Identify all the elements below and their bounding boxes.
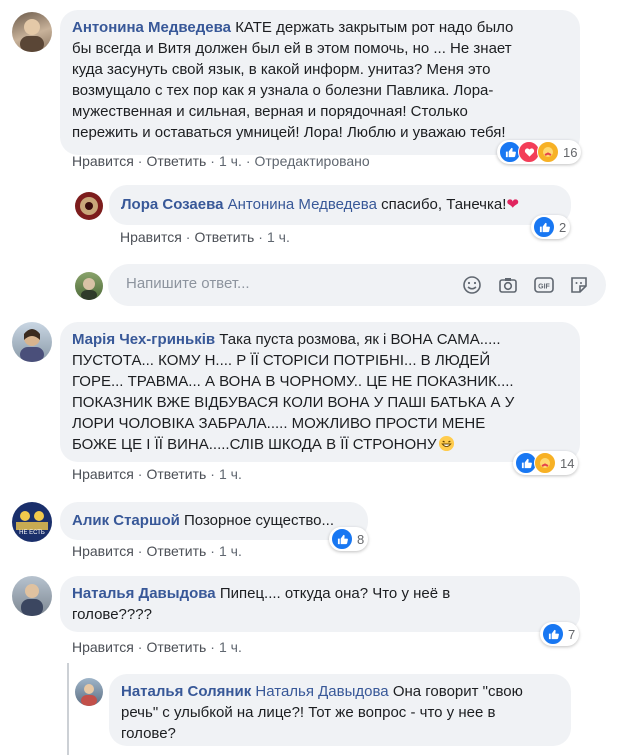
comment-text: спасибо, Танечка! xyxy=(381,196,507,213)
comment-actions: Нравится · Ответить · 1 ч. xyxy=(72,466,242,482)
avatar-alik[interactable]: НЕ ЕСТЬ xyxy=(12,502,52,542)
mention-link[interactable]: Антонина Медведева xyxy=(228,196,377,213)
comment-text-line: КАТЕ держать закрытым рот надо было xyxy=(235,19,514,36)
comment-text-line: ПОКАЗНИК ВЖЕ ВІДБУВАСЯ КОЛИ ВОНА У ПАШІ … xyxy=(72,394,515,411)
svg-text:GIF: GIF xyxy=(538,284,550,291)
comment-text-line: мужественная и сильная, верная и порядоч… xyxy=(72,103,468,120)
timestamp[interactable]: 1 ч. xyxy=(219,543,242,559)
comment-text-line: куда засунуть свой язык, в какой информ.… xyxy=(72,61,491,78)
reactions-count: 8 xyxy=(357,531,365,547)
comment-text-line: пережить и оставаться умницей! Лора! Люб… xyxy=(72,124,506,141)
reply-link[interactable]: Ответить xyxy=(146,639,206,655)
comment-text-line: ПУСТОТА... КОМУ Н.... Р ЇЇ СТОРІСИ ПОТРІ… xyxy=(72,352,491,369)
comment-author[interactable]: Марія Чех-гринькiв xyxy=(72,331,215,348)
reply-bubble: Наталья Соляник Наталья Давыдова Она гов… xyxy=(109,674,571,746)
timestamp[interactable]: 1 ч. xyxy=(267,229,290,245)
like-icon xyxy=(542,623,564,645)
comment-actions: Нравится · Ответить · 1 ч. xyxy=(120,229,290,245)
comment-text-line: Пипец.... откуда она? Что у неё в xyxy=(219,585,451,602)
care-icon xyxy=(534,452,556,474)
comment-bubble: Марія Чех-гринькiв Така пуста розмова, я… xyxy=(60,322,580,462)
reactions-summary[interactable]: 8 xyxy=(329,527,369,551)
avatar-photo xyxy=(20,329,44,362)
comment-text-line: возмущало с тех пор как я узнала о болез… xyxy=(72,82,494,99)
reply-input-box[interactable]: GIF xyxy=(108,264,606,306)
comment-bubble: Алик Старшой Позорное существо... xyxy=(60,502,368,540)
avatar-maria[interactable] xyxy=(12,322,52,362)
current-user-avatar xyxy=(75,272,103,300)
edited-label: Отредактировано xyxy=(254,153,370,169)
comment-text-line: Така пуста розмова, як і ВОНА САМА..... xyxy=(219,331,501,348)
care-icon xyxy=(537,141,559,163)
comment-text-line: голове? xyxy=(121,725,176,742)
sticker-icon[interactable] xyxy=(567,273,591,297)
avatar-lora[interactable] xyxy=(75,192,103,220)
reply-link[interactable]: Ответить xyxy=(194,229,254,245)
comment-author[interactable]: Наталья Соляник xyxy=(121,683,251,700)
comment-actions: Нравится · Ответить · 1 ч. xyxy=(72,543,242,559)
avatar-natalya-davydova[interactable] xyxy=(12,576,52,616)
like-link[interactable]: Нравится xyxy=(72,543,134,559)
reply-link[interactable]: Ответить xyxy=(146,466,206,482)
timestamp[interactable]: 1 ч. xyxy=(219,466,242,482)
camera-icon[interactable] xyxy=(496,273,520,297)
reply-bubble: Лора Созаева Антонина Медведева спасибо,… xyxy=(109,185,571,225)
reactions-summary[interactable]: 7 xyxy=(540,622,580,646)
gif-icon[interactable]: GIF xyxy=(532,273,556,297)
reactions-count: 7 xyxy=(568,626,576,642)
grinning-emoji-icon xyxy=(436,435,455,453)
reactions-summary[interactable]: 16 xyxy=(497,140,582,164)
timestamp[interactable]: 1 ч. xyxy=(219,153,242,169)
avatar-photo xyxy=(81,684,97,706)
comment-author[interactable]: Антонина Медведева xyxy=(72,19,231,36)
avatar-caption: НЕ ЕСТЬ xyxy=(19,530,45,536)
like-link[interactable]: Нравится xyxy=(120,229,182,245)
comment-author[interactable]: Алик Старшой xyxy=(72,512,180,529)
avatar-antonina[interactable] xyxy=(12,12,52,52)
reactions-count: 14 xyxy=(560,455,575,471)
avatar-photo xyxy=(80,197,98,215)
comment-text-line: речь" с улыбкой на лице?! Тот же вопрос … xyxy=(121,704,496,721)
reactions-count: 16 xyxy=(563,144,578,160)
timestamp[interactable]: 1 ч. xyxy=(219,639,242,655)
comment-author[interactable]: Лора Созаева xyxy=(121,196,223,213)
thread-line xyxy=(31,54,33,286)
reply-input[interactable] xyxy=(124,274,428,293)
like-icon xyxy=(331,528,353,550)
reactions-count: 2 xyxy=(559,219,567,235)
reactions-summary[interactable]: 14 xyxy=(513,451,579,475)
comment-text-line: голове???? xyxy=(72,606,152,623)
like-icon xyxy=(533,216,555,238)
comment-actions: Нравится · Ответить · 1 ч. · Отредактировано xyxy=(72,153,370,169)
avatar-photo xyxy=(81,278,97,300)
comment-text-line: Она говорит "свою xyxy=(392,683,523,700)
like-link[interactable]: Нравится xyxy=(72,153,134,169)
heart-emoji-icon: ❤ xyxy=(506,196,519,213)
reply-link[interactable]: Ответить xyxy=(146,543,206,559)
comment-text-line: БОЖЕ ЦЕ І ЇЇ ВИНА.....СЛІВ ШКОДА В ЇЇ СТ… xyxy=(72,436,437,453)
comment-text-line: ЛОРИ ЧОЛОВІКА ЗАБРАЛА..... МОЖЛИВО ПРОСТ… xyxy=(72,415,486,432)
comment-text-line: бы всегда и Витя должен был ей в этом по… xyxy=(72,40,512,57)
comment-bubble: Антонина Медведева КАТЕ держать закрытым… xyxy=(60,10,580,155)
like-link[interactable]: Нравится xyxy=(72,639,134,655)
avatar-natalya-solyanik[interactable] xyxy=(75,678,103,706)
comment-bubble: Наталья Давыдова Пипец.... откуда она? Ч… xyxy=(60,576,580,632)
comment-text: Позорное существо... xyxy=(184,512,335,529)
avatar-photo xyxy=(20,19,44,52)
like-link[interactable]: Нравится xyxy=(72,466,134,482)
thread-line xyxy=(67,663,69,755)
comment-author[interactable]: Наталья Давыдова xyxy=(72,585,216,602)
avatar-photo xyxy=(21,584,43,616)
mention-link[interactable]: Наталья Давыдова xyxy=(255,683,388,700)
emoji-icon[interactable] xyxy=(460,273,484,297)
reply-link[interactable]: Ответить xyxy=(146,153,206,169)
comment-text-line: ГОРЕ... ТРАВМА... А ВОНА В ЧОРНОМУ.. ЦЕ … xyxy=(72,373,514,390)
reactions-summary[interactable]: 2 xyxy=(531,215,571,239)
comment-actions: Нравится · Ответить · 1 ч. xyxy=(72,639,242,655)
